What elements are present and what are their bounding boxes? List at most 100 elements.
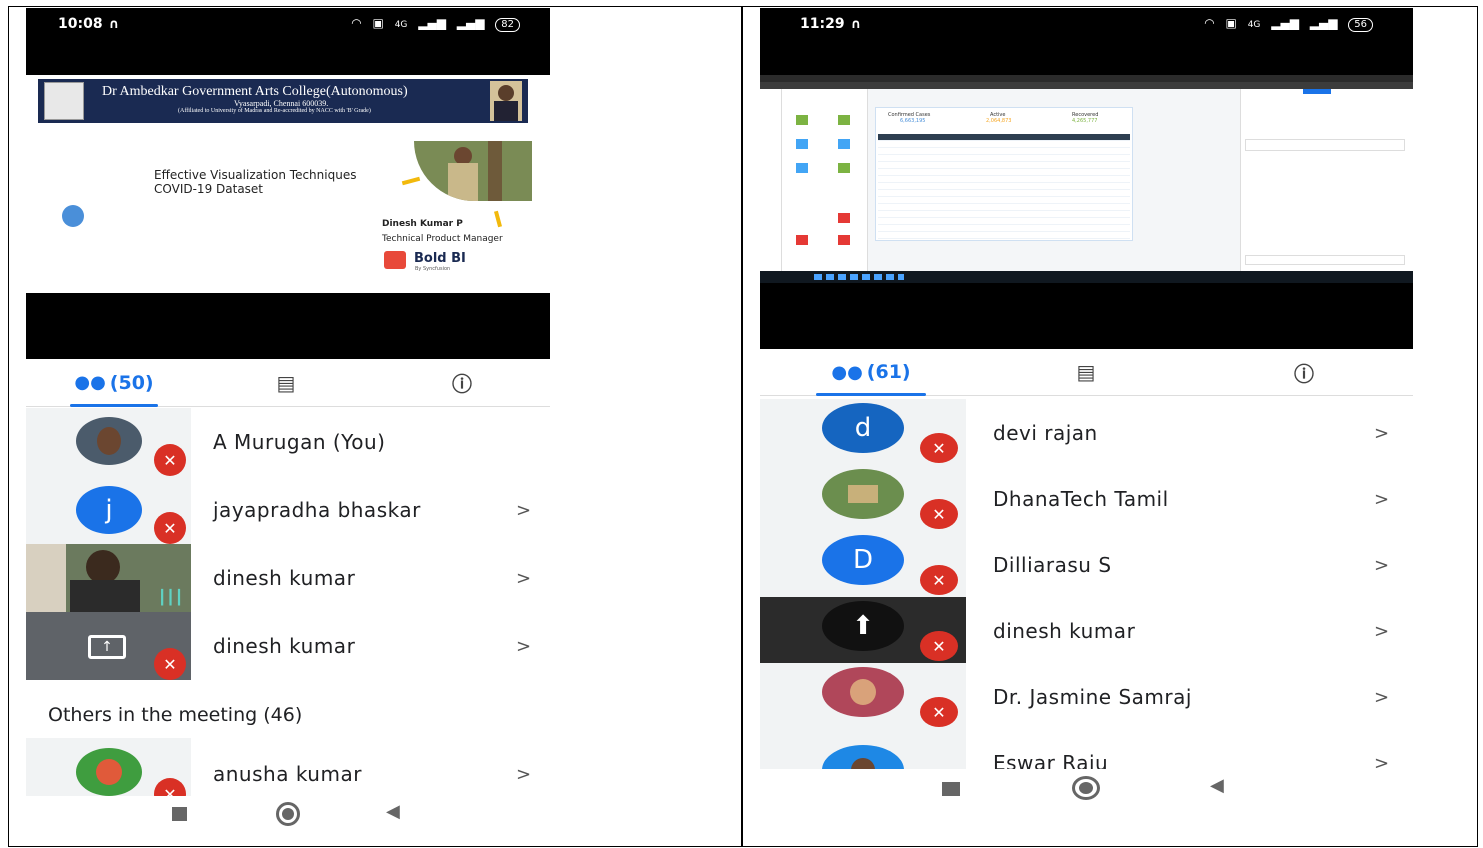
mic-off-icon: ✕ xyxy=(154,512,186,544)
talk-title-line1: Effective Visualization Techniques xyxy=(154,168,357,182)
college-address: Vyasarpadi, Chennai 600039. xyxy=(234,99,329,108)
brand-name: Bold BI xyxy=(414,251,466,266)
participant-thumb: ✕ xyxy=(26,408,191,476)
participant-thumb: j ✕ xyxy=(26,476,191,544)
status-icons: ◠ ▣ 4G ▂▄▆ ▂▄▆ 56 xyxy=(1197,16,1373,32)
mic-off-icon: ✕ xyxy=(154,648,186,680)
college-logo xyxy=(44,82,84,120)
participant-row[interactable]: D ✕ Dilliarasu S > xyxy=(760,531,1413,597)
tab-chat[interactable]: ▤ xyxy=(266,359,306,406)
video-area[interactable]: Confirmed Cases 6,663,195 Active 2,064,8… xyxy=(760,75,1413,349)
audio-level-icon: ┃┃┃ xyxy=(158,590,184,606)
chevron-right-icon[interactable]: > xyxy=(516,636,531,657)
chat-icon: ▤ xyxy=(276,370,296,395)
kpi3-value: 4,265,777 xyxy=(1072,118,1098,124)
participant-name: jayapradha bhaskar xyxy=(213,498,421,522)
participant-name: dinesh kumar xyxy=(213,634,356,658)
browser-toolbar xyxy=(760,82,1413,89)
recents-button[interactable] xyxy=(942,782,960,796)
tab-people[interactable]: ●● (50) xyxy=(70,359,158,406)
android-nav-bar: ◀ xyxy=(26,796,550,838)
ambedkar-portrait xyxy=(490,81,522,121)
info-icon: ⓘ xyxy=(452,372,472,396)
participant-name: Dilliarasu S xyxy=(993,553,1112,577)
chevron-right-icon[interactable]: > xyxy=(1374,753,1389,769)
headphones-icon: ∩ xyxy=(850,17,862,32)
others-section-title: Others in the meeting (46) xyxy=(48,704,303,726)
participant-row[interactable]: ✕ Dr. Jasmine Samraj > xyxy=(760,663,1413,729)
kpi2-value: 2,064,873 xyxy=(986,118,1012,124)
participant-video-thumb: ┃┃┃ xyxy=(26,544,191,612)
participant-thumb: ✕ xyxy=(760,465,966,531)
tab-chat[interactable]: ▤ xyxy=(1066,349,1106,395)
participant-name: devi rajan xyxy=(993,421,1098,445)
speaker-photo xyxy=(414,141,532,201)
chevron-right-icon[interactable]: > xyxy=(516,500,531,521)
participant-thumb: d ✕ xyxy=(760,399,966,465)
table-header xyxy=(878,134,1130,140)
participant-thumb: ✕ xyxy=(760,663,966,729)
participant-name: Dr. Jasmine Samraj xyxy=(993,685,1192,709)
chevron-right-icon[interactable]: > xyxy=(516,764,531,785)
chevron-right-icon[interactable]: > xyxy=(1374,423,1389,444)
video-area[interactable]: Dr Ambedkar Government Arts College(Auto… xyxy=(26,75,550,359)
windows-taskbar xyxy=(760,271,1413,283)
participant-row[interactable]: ⬆ ✕ dinesh kumar > xyxy=(760,597,1413,663)
active-tab-indicator xyxy=(816,393,926,396)
mic-off-icon: ✕ xyxy=(920,565,958,595)
volte-icon: ▣ xyxy=(372,16,384,30)
participant-row[interactable]: ✕ A Murugan (You) xyxy=(26,408,550,476)
tab-info[interactable]: ⓘ xyxy=(442,359,482,406)
chevron-right-icon[interactable]: > xyxy=(1374,621,1389,642)
decor-dot-blue xyxy=(62,205,84,227)
wifi-icon: ◠ xyxy=(351,16,362,30)
data-table xyxy=(878,134,1130,240)
tab-info[interactable]: ⓘ xyxy=(1284,349,1324,395)
participant-name: DhanaTech Tamil xyxy=(993,487,1169,511)
chevron-right-icon[interactable]: > xyxy=(1374,555,1389,576)
participant-row[interactable]: j ✕ jayapradha bhaskar > xyxy=(26,476,550,544)
college-name: Dr Ambedkar Government Arts College(Auto… xyxy=(102,84,408,99)
browser-tabbar xyxy=(760,75,1413,82)
status-time: 10:08 ∩ xyxy=(58,16,120,32)
avatar-initial: j xyxy=(76,486,142,534)
avatar-photo xyxy=(822,745,904,769)
back-button[interactable]: ◀ xyxy=(386,801,400,822)
mic-off-icon: ✕ xyxy=(920,697,958,727)
chevron-right-icon[interactable]: > xyxy=(1374,489,1389,510)
home-button[interactable] xyxy=(276,802,300,826)
presentation-slide: Dr Ambedkar Government Arts College(Auto… xyxy=(26,75,550,293)
widget-panel xyxy=(782,89,868,271)
mic-off-icon: ✕ xyxy=(920,499,958,529)
tab-people[interactable]: ●● (61) xyxy=(816,349,926,395)
status-bar: 11:29 ∩ ◠ ▣ 4G ▂▄▆ ▂▄▆ 56 xyxy=(760,8,1413,75)
mic-off-icon: ✕ xyxy=(154,778,186,796)
chevron-right-icon[interactable]: > xyxy=(1374,687,1389,708)
people-count: (61) xyxy=(866,361,911,383)
participant-row[interactable]: d ✕ devi rajan > xyxy=(760,399,1413,465)
participant-thumb: ⬆ ✕ xyxy=(760,597,966,663)
participant-row[interactable]: Eswar Raju > xyxy=(760,729,1413,769)
participant-thumb: ↑ ✕ xyxy=(26,612,191,680)
chevron-right-icon[interactable]: > xyxy=(516,568,531,589)
avatar-photo xyxy=(822,469,904,519)
recents-button[interactable] xyxy=(172,807,187,821)
mic-off-icon: ✕ xyxy=(920,631,958,661)
network-label: 4G xyxy=(1247,20,1261,30)
talk-title-line2: COVID-19 Dataset xyxy=(154,182,264,196)
avatar-photo xyxy=(822,667,904,717)
participant-thumb xyxy=(760,729,966,769)
back-button[interactable]: ◀ xyxy=(1210,775,1224,796)
decor-dash-1 xyxy=(401,176,421,186)
speaker-name: Dinesh Kumar P xyxy=(382,219,463,229)
participant-row[interactable]: ↑ ✕ dinesh kumar > xyxy=(26,612,550,680)
participant-row[interactable]: ✕ DhanaTech Tamil > xyxy=(760,465,1413,531)
participant-row[interactable]: ✕ anusha kumar > xyxy=(26,738,550,796)
tab-bar: ●● (50) ▤ ⓘ xyxy=(26,359,550,407)
screen-share-icon: ↑ xyxy=(88,635,126,659)
status-icons: ◠ ▣ 4G ▂▄▆ ▂▄▆ 82 xyxy=(344,16,520,32)
participant-row[interactable]: ┃┃┃ dinesh kumar > xyxy=(26,544,550,612)
home-button[interactable] xyxy=(1072,776,1100,800)
right-phone-screen: 11:29 ∩ ◠ ▣ 4G ▂▄▆ ▂▄▆ 56 Confirmed Case… xyxy=(760,8,1413,838)
chat-icon: ▤ xyxy=(1076,360,1096,384)
